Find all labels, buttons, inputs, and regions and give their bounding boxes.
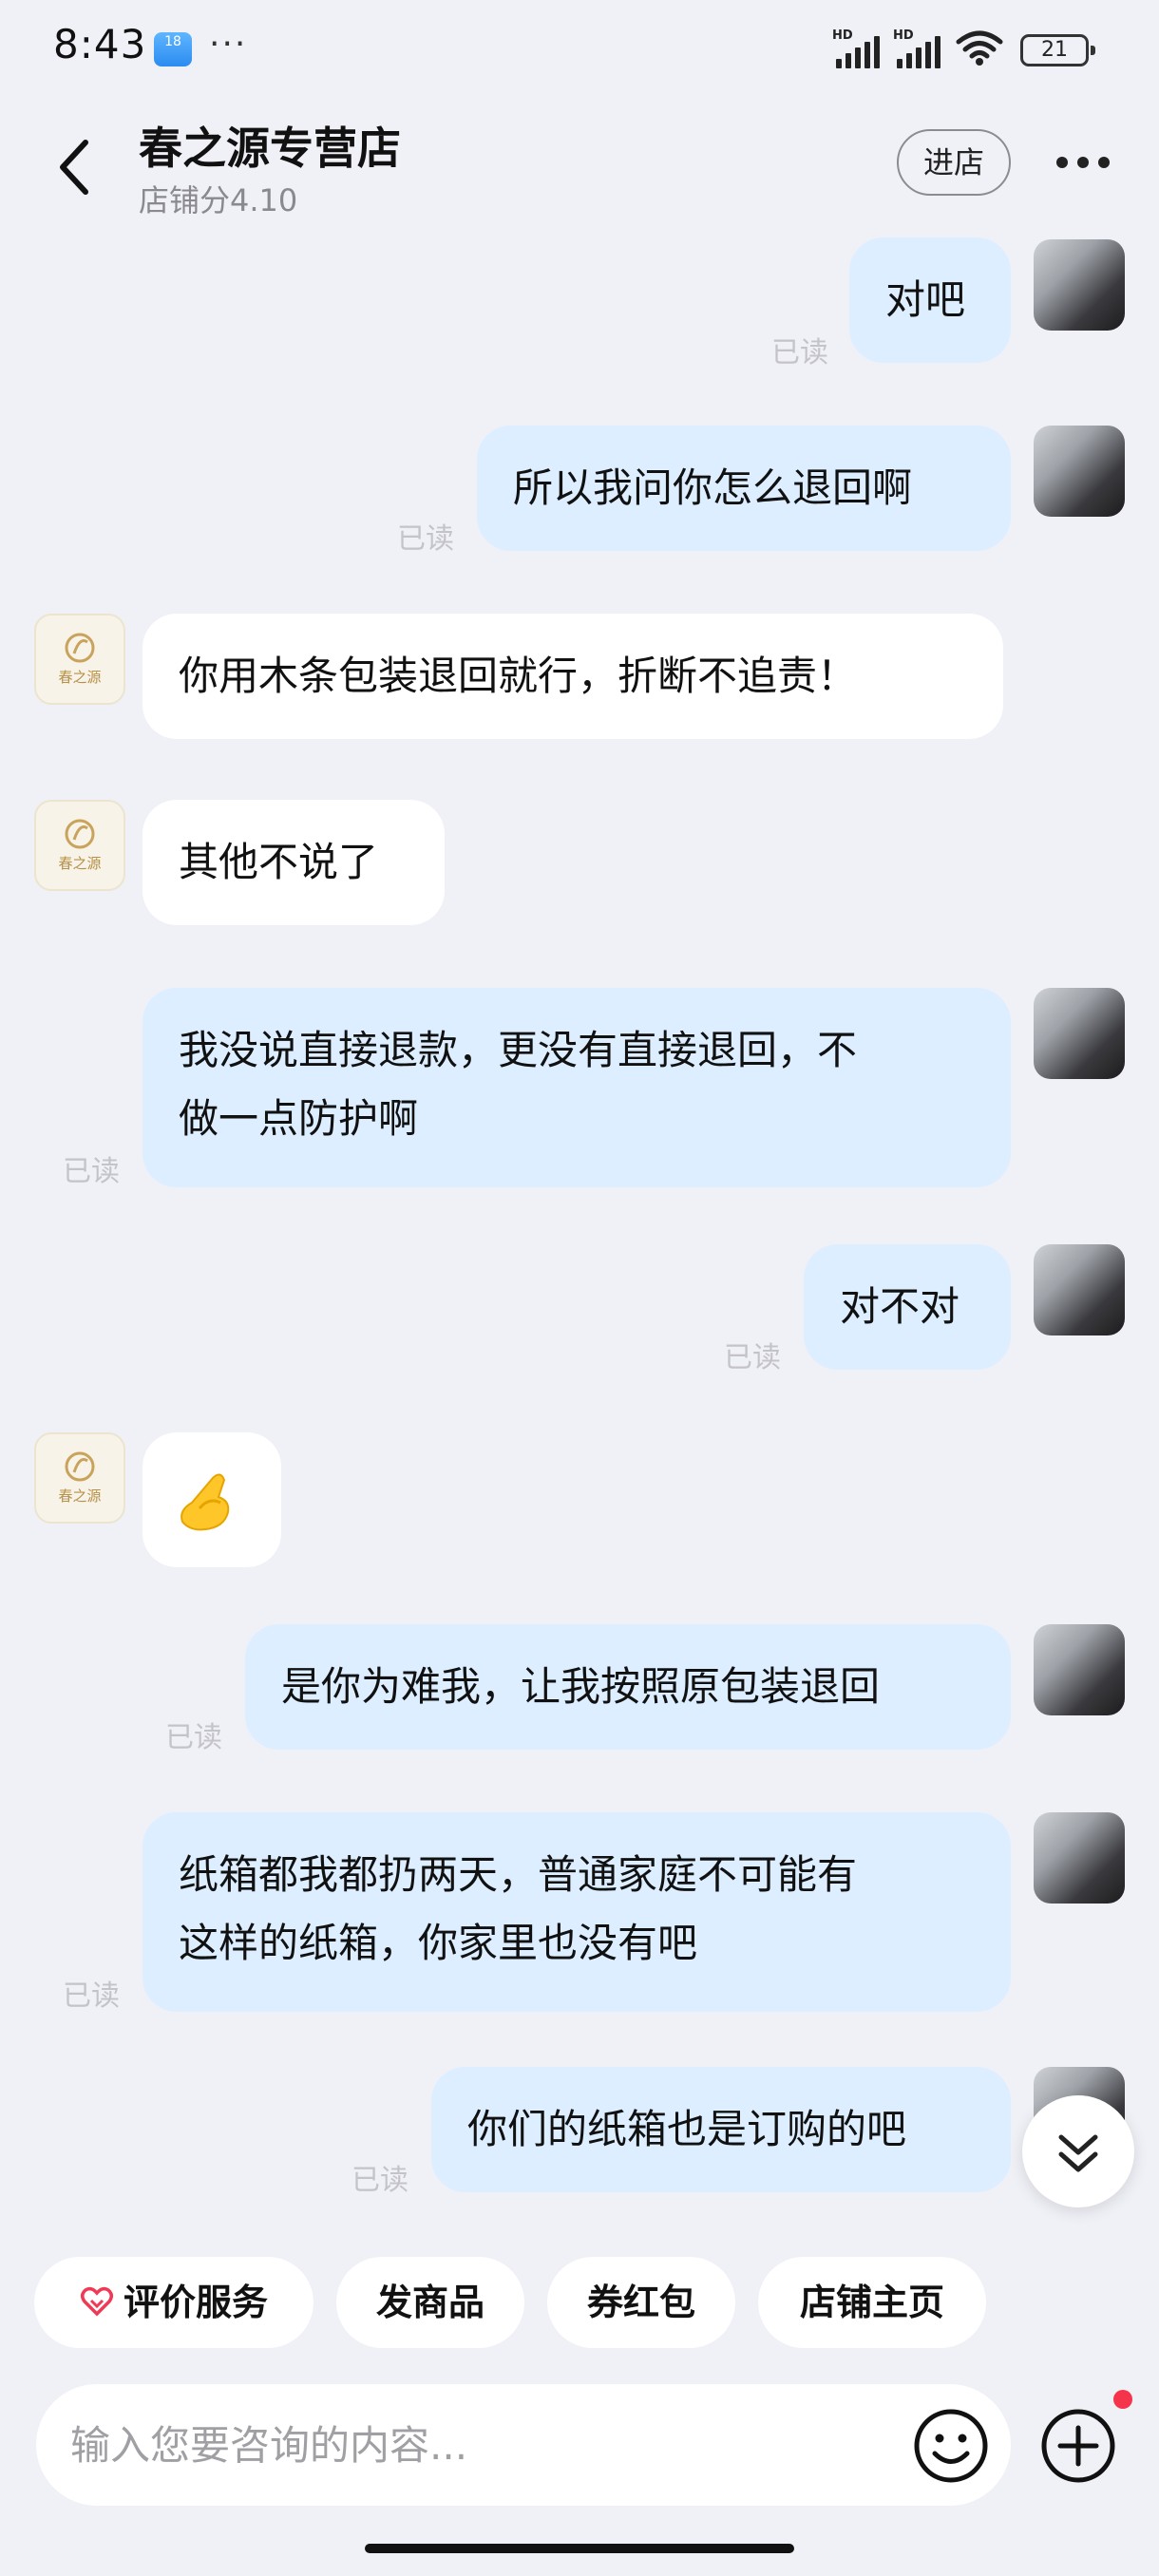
message-input[interactable] xyxy=(70,2384,887,2506)
message-bubble[interactable]: 是你为难我，让我按照原包装退回 xyxy=(245,1624,1011,1750)
chat-header: 春之源专营店 店铺分4.10 进店 xyxy=(0,104,1159,228)
read-status: 已读 xyxy=(63,1979,120,2013)
notification-dot xyxy=(1113,2390,1132,2409)
message-bubble[interactable]: 所以我问你怎么退回啊 xyxy=(477,426,1011,551)
shop-name: 春之源专营店 xyxy=(139,123,401,174)
heart-icon xyxy=(80,2286,113,2316)
home-indicator[interactable] xyxy=(365,2544,794,2553)
message-bubble[interactable]: 对不对 xyxy=(804,1244,1011,1370)
chevron-down-icon xyxy=(1058,2134,1098,2172)
svg-text:春之源: 春之源 xyxy=(58,669,101,686)
read-status: 已读 xyxy=(165,1721,222,1754)
message-bubble[interactable]: 你用木条包装退回就行，折断不追责！ xyxy=(142,614,1003,739)
rate-service-chip[interactable]: 评价服务 xyxy=(34,2257,314,2348)
message-bubble[interactable]: 纸箱都我都扔两天，普通家庭不可能有 这样的纸箱，你家里也没有吧 xyxy=(142,1812,1011,2012)
message-line: 纸箱都我都扔两天，普通家庭不可能有 xyxy=(179,1851,858,1898)
user-avatar[interactable] xyxy=(1034,426,1125,517)
shop-avatar[interactable]: 春之源 xyxy=(34,1432,125,1524)
praying-hands-icon xyxy=(180,1473,230,1531)
status-more-dots: ··· xyxy=(209,25,248,64)
read-status: 已读 xyxy=(352,2164,408,2197)
read-status: 已读 xyxy=(724,1341,781,1374)
chip-label: 评价服务 xyxy=(123,2282,268,2323)
read-status: 已读 xyxy=(63,1155,120,1188)
user-avatar[interactable] xyxy=(1034,988,1125,1079)
send-product-chip[interactable]: 发商品 xyxy=(336,2257,524,2348)
wifi-icon xyxy=(956,30,1003,66)
user-avatar[interactable] xyxy=(1034,1624,1125,1715)
read-status: 已读 xyxy=(771,336,828,369)
battery-indicator: 21 xyxy=(1020,34,1095,66)
message-bubble[interactable]: 你们的纸箱也是订购的吧 xyxy=(431,2067,1011,2192)
shop-logo-icon: 春之源 xyxy=(58,1451,102,1505)
signal-icon-2: HD xyxy=(893,28,948,68)
message-input-bar xyxy=(36,2384,1011,2506)
emoji-icon[interactable] xyxy=(912,2407,990,2485)
enter-store-button[interactable]: 进店 xyxy=(897,129,1011,196)
svg-text:春之源: 春之源 xyxy=(58,1487,101,1505)
user-avatar[interactable] xyxy=(1034,239,1125,331)
message-line: 这样的纸箱，你家里也没有吧 xyxy=(179,1920,698,1966)
message-list[interactable]: 已读 对吧 已读 所以我问你怎么退回啊 春之源 你用木条包装退回就行，折断不追责… xyxy=(0,228,1159,2223)
coupon-chip[interactable]: 券红包 xyxy=(547,2257,735,2348)
user-avatar[interactable] xyxy=(1034,1812,1125,1904)
quick-actions: 评价服务 发商品 券红包 店铺主页 xyxy=(0,2257,1159,2348)
shop-logo-icon: 春之源 xyxy=(58,633,102,686)
shop-avatar[interactable]: 春之源 xyxy=(34,614,125,705)
weather-icon: 18 xyxy=(154,32,192,66)
store-home-chip[interactable]: 店铺主页 xyxy=(758,2257,986,2348)
message-line: 我没说直接退款，更没有直接退回，不 xyxy=(179,1027,858,1073)
message-line: 做一点防护啊 xyxy=(179,1095,419,1142)
shop-avatar[interactable]: 春之源 xyxy=(34,800,125,891)
emoji-message-bubble[interactable] xyxy=(142,1432,281,1567)
read-status: 已读 xyxy=(397,522,454,556)
shop-score: 店铺分4.10 xyxy=(139,182,298,218)
message-bubble[interactable]: 其他不说了 xyxy=(142,800,445,925)
svg-text:春之源: 春之源 xyxy=(58,855,101,872)
user-avatar[interactable] xyxy=(1034,1244,1125,1335)
plus-icon[interactable] xyxy=(1039,2407,1117,2485)
signal-icon: HD xyxy=(832,28,887,68)
status-bar: 8:43 18 ··· HD HD 21 xyxy=(0,0,1159,104)
back-icon[interactable] xyxy=(48,129,104,205)
more-icon[interactable] xyxy=(1045,139,1121,186)
scroll-to-bottom-button[interactable] xyxy=(1022,2095,1134,2207)
message-bubble[interactable]: 我没说直接退款，更没有直接退回，不 做一点防护啊 xyxy=(142,988,1011,1187)
status-time: 8:43 xyxy=(53,21,147,67)
shop-logo-icon: 春之源 xyxy=(58,819,102,872)
message-bubble[interactable]: 对吧 xyxy=(849,237,1011,363)
